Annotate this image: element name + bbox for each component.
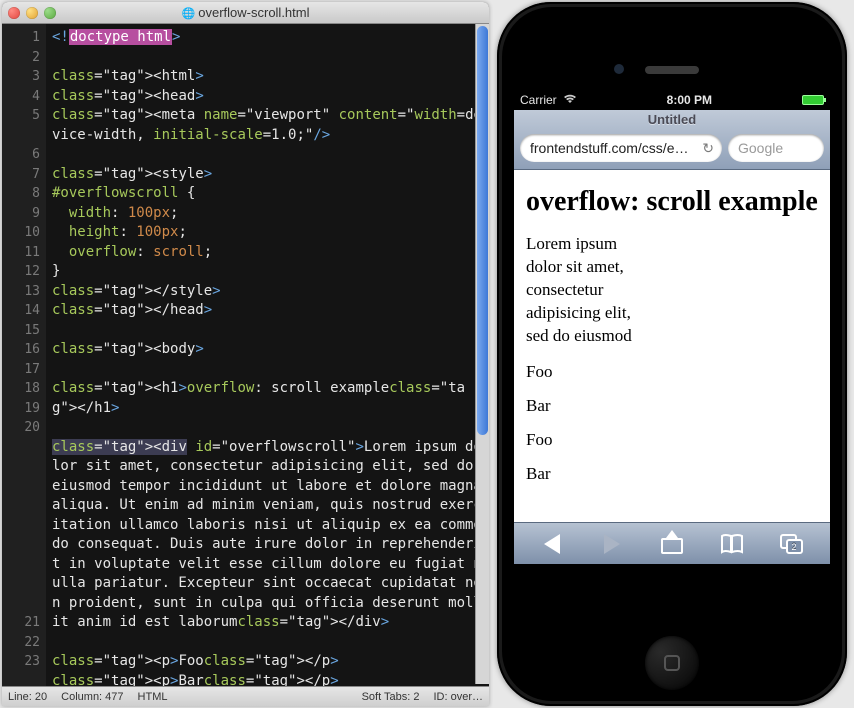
home-button[interactable] — [645, 636, 699, 690]
bookmarks-icon[interactable] — [716, 530, 748, 558]
editor-statusbar: Line: 20 Column: 477 HTML Soft Tabs: 2 I… — [2, 686, 489, 706]
editor-filename: overflow-scroll.html — [2, 5, 489, 20]
page-paragraph: Foo — [526, 430, 818, 450]
code-editor-window: overflow-scroll.html 12345 6789101112131… — [2, 2, 489, 706]
status-column: Column: 477 — [61, 691, 123, 703]
phone-screen: Carrier 8:00 PM Untitled frontendstuff.c… — [514, 90, 830, 564]
line-number-gutter: 12345 67891011121314151617181920 212223 — [2, 24, 46, 686]
code-line[interactable]: class="tag"><head> — [52, 87, 483, 107]
status-soft-tabs[interactable]: Soft Tabs: 2 — [362, 691, 420, 703]
code-area[interactable]: <!doctype html> class="tag"><html>class=… — [46, 24, 489, 686]
code-line[interactable]: } — [52, 262, 483, 282]
code-line[interactable]: class="tag"></head> — [52, 301, 483, 321]
close-window-button[interactable] — [8, 7, 20, 19]
code-line[interactable]: width: 100px; — [52, 204, 483, 224]
safari-search-placeholder: Google — [738, 140, 783, 156]
back-button[interactable] — [536, 530, 568, 558]
carrier-label: Carrier — [520, 93, 557, 107]
safari-page-title: Untitled — [514, 110, 830, 130]
code-line[interactable]: class="tag"><p>Fooclass="tag"></p> — [52, 652, 483, 672]
code-line[interactable]: overflow: scroll; — [52, 243, 483, 263]
code-line[interactable]: height: 100px; — [52, 223, 483, 243]
forward-button[interactable] — [596, 530, 628, 558]
safari-url-field[interactable]: frontendstuff.com/css/e… ↻ — [520, 134, 722, 162]
tabs-icon[interactable]: 2 — [776, 530, 808, 558]
editor-body[interactable]: 12345 67891011121314151617181920 212223 … — [2, 24, 489, 686]
code-line[interactable]: class="tag"><meta name="viewport" conten… — [52, 106, 483, 145]
page-heading: overflow: scroll example — [526, 184, 818, 219]
code-line[interactable] — [52, 48, 483, 68]
safari-search-field[interactable]: Google — [728, 134, 824, 162]
code-line[interactable]: <!doctype html> — [52, 28, 483, 48]
status-line: Line: 20 — [8, 691, 47, 703]
code-line[interactable] — [52, 321, 483, 341]
phone-earpiece — [645, 66, 699, 74]
code-line[interactable]: class="tag"><div id="overflowscroll">Lor… — [52, 438, 483, 633]
safari-toolbar: 2 — [514, 522, 830, 564]
code-line[interactable]: class="tag"><body> — [52, 340, 483, 360]
code-line[interactable]: class="tag"><p>Barclass="tag"></p> — [52, 672, 483, 687]
svg-text:2: 2 — [791, 542, 796, 552]
page-paragraph: Foo — [526, 362, 818, 382]
code-line[interactable]: class="tag"><style> — [52, 165, 483, 185]
battery-icon — [802, 95, 824, 105]
page-paragraph: Bar — [526, 464, 818, 484]
safari-header: Untitled frontendstuff.com/css/e… ↻ Goog… — [514, 110, 830, 170]
ios-status-bar: Carrier 8:00 PM — [514, 90, 830, 110]
code-line[interactable]: class="tag"><h1>overflow: scroll example… — [52, 379, 483, 418]
code-line[interactable] — [52, 360, 483, 380]
code-line[interactable]: #overflowscroll { — [52, 184, 483, 204]
scrollbar-thumb[interactable] — [477, 26, 488, 435]
editor-titlebar: overflow-scroll.html — [2, 2, 489, 24]
phone-camera-icon — [614, 64, 624, 74]
editor-vertical-scrollbar[interactable] — [475, 24, 489, 684]
code-line[interactable] — [52, 145, 483, 165]
code-line[interactable]: class="tag"></style> — [52, 282, 483, 302]
code-line[interactable] — [52, 633, 483, 653]
safari-webpage[interactable]: overflow: scroll example Lorem ipsum dol… — [514, 170, 830, 522]
iphone-simulator: Carrier 8:00 PM Untitled frontendstuff.c… — [497, 2, 847, 706]
reload-icon[interactable]: ↻ — [702, 140, 714, 157]
zoom-window-button[interactable] — [44, 7, 56, 19]
code-line[interactable] — [52, 418, 483, 438]
overflow-scroll-box[interactable]: Lorem ipsum dolor sit amet, consectetur … — [526, 233, 636, 348]
share-icon[interactable] — [656, 530, 688, 558]
wifi-icon — [563, 93, 577, 107]
page-paragraph: Bar — [526, 396, 818, 416]
code-line[interactable]: class="tag"><html> — [52, 67, 483, 87]
status-syntax[interactable]: HTML — [138, 691, 168, 703]
safari-url-text: frontendstuff.com/css/e… — [530, 140, 688, 156]
status-id: ID: over… — [433, 691, 483, 703]
clock-label: 8:00 PM — [583, 93, 796, 107]
minimize-window-button[interactable] — [26, 7, 38, 19]
